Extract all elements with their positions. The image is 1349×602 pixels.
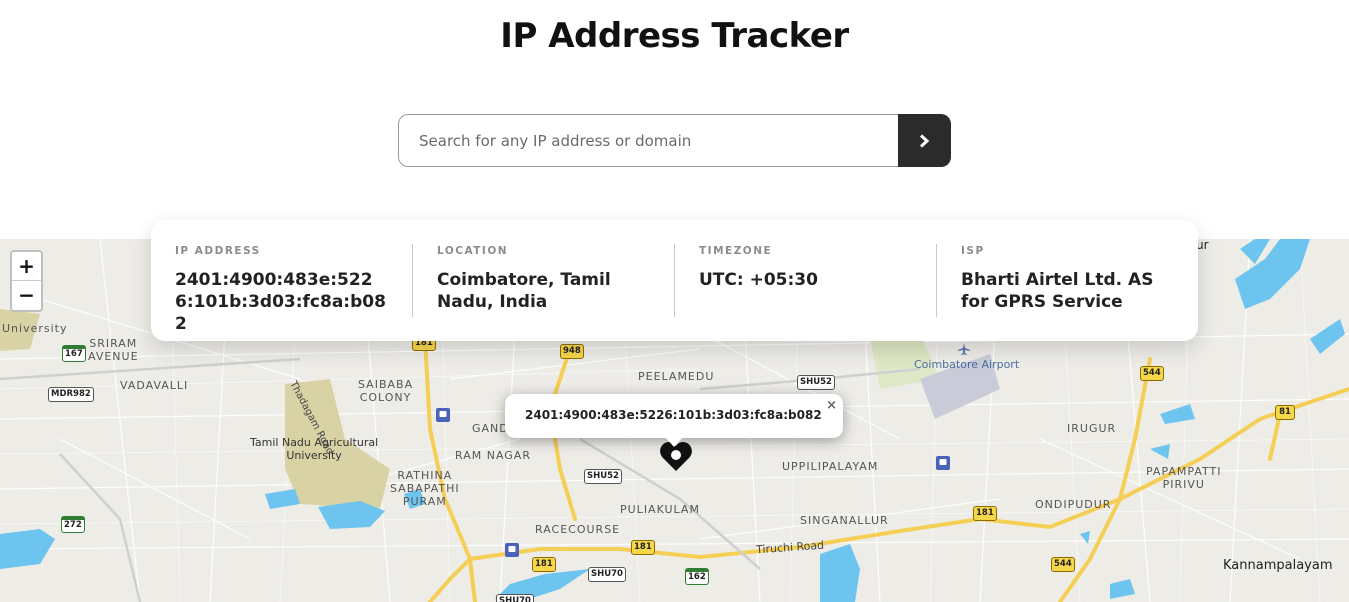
popup-close-button[interactable]: × — [826, 398, 837, 413]
road-shield: MDR982 — [48, 387, 94, 402]
map-label-uppilipalayam: UPPILIPALAYAM — [782, 460, 879, 473]
info-value: Coimbatore, Tamil Nadu, India — [437, 270, 611, 312]
map-label-tnau: Tamil Nadu Agricultural University — [250, 436, 379, 462]
railway-station-icon — [505, 543, 519, 557]
road-shield: SHU70 — [588, 567, 626, 582]
info-isp: ISP Bharti Airtel Ltd. AS for GPRS Servi… — [937, 244, 1198, 317]
highway-shield: 181 — [532, 557, 556, 572]
highway-shield: 81 — [1275, 405, 1295, 420]
info-label: ISP — [961, 245, 985, 257]
info-location: LOCATION Coimbatore, Tamil Nadu, India — [413, 244, 675, 317]
road-shield: SHU52 — [584, 469, 622, 484]
highway-shield: 544 — [1051, 557, 1075, 572]
map-label-ram-nagar: RAM NAGAR — [455, 449, 531, 462]
info-label: IP ADDRESS — [175, 245, 261, 257]
highway-shield: 948 — [560, 344, 584, 359]
map-label-airport: Coimbatore Airport — [914, 358, 1020, 371]
map-label-vadavalli: VADAVALLI — [120, 379, 189, 392]
railway-station-icon — [936, 456, 950, 470]
info-ip-address: IP ADDRESS 2401:4900:483e:5226:101b:3d03… — [151, 244, 413, 334]
map-label-rathinapuram: RATHINA SABAPATHI PURAM — [390, 469, 460, 508]
map-label-kannampalayam: Kannampalayam — [1223, 558, 1333, 573]
map-label-saibaba-colony: SAIBABA COLONY — [358, 378, 414, 404]
popup-tip — [665, 437, 683, 447]
highway-shield: 181 — [973, 506, 997, 521]
map-popup: 2401:4900:483e:5226:101b:3d03:fc8a:b082 … — [505, 394, 843, 447]
ip-info-panel: IP ADDRESS 2401:4900:483e:5226:101b:3d03… — [151, 220, 1198, 341]
page-title: IP Address Tracker — [500, 16, 849, 56]
airport-icon — [958, 343, 970, 355]
zoom-in-button[interactable]: + — [12, 252, 41, 281]
road-shield: SHU70 — [496, 594, 534, 602]
map-label-puliakulam: PULIAKULAM — [620, 503, 700, 516]
map-label-university: University — [2, 322, 68, 335]
map-label-singanallur: SINGANALLUR — [800, 514, 889, 527]
map-label-papampatti-pirivu: PAPAMPATTI PIRIVU — [1146, 465, 1222, 491]
search-submit-button[interactable] — [898, 114, 951, 167]
map-label-gandhipuram: GAND — [472, 422, 509, 435]
highway-shield: 162 — [685, 568, 709, 585]
zoom-out-button[interactable]: − — [12, 281, 41, 310]
highway-shield: 544 — [1140, 366, 1164, 381]
highway-shield: 167 — [62, 345, 86, 362]
info-value: Bharti Airtel Ltd. AS for GPRS Service — [961, 270, 1154, 312]
highway-shield: 272 — [61, 516, 85, 533]
map-label-peelamedu: PEELAMEDU — [638, 370, 715, 383]
railway-station-icon — [436, 408, 450, 422]
search-input[interactable] — [398, 114, 898, 167]
map-label-sriram-avenue: SRIRAM AVENUE — [88, 337, 139, 363]
chevron-right-icon — [919, 133, 930, 148]
info-timezone: TIMEZONE UTC: +05:30 — [675, 244, 937, 317]
info-value: UTC: +05:30 — [699, 270, 818, 290]
info-label: LOCATION — [437, 245, 509, 257]
road-shield: SHU52 — [797, 375, 835, 390]
map-zoom-control: + − — [10, 250, 43, 312]
popup-ip-text: 2401:4900:483e:5226:101b:3d03:fc8a:b082 — [525, 408, 822, 422]
map-label-racecourse: RACECOURSE — [535, 523, 621, 536]
map-label-ondipudur: ONDIPUDUR — [1035, 498, 1112, 511]
info-value: 2401:4900:483e:5226:101b:3d03:fc8a:b082 — [175, 270, 386, 334]
map-label-irugur: IRUGUR — [1067, 422, 1117, 435]
search-bar — [398, 114, 951, 167]
info-label: TIMEZONE — [699, 245, 773, 257]
highway-shield: 181 — [631, 540, 655, 555]
